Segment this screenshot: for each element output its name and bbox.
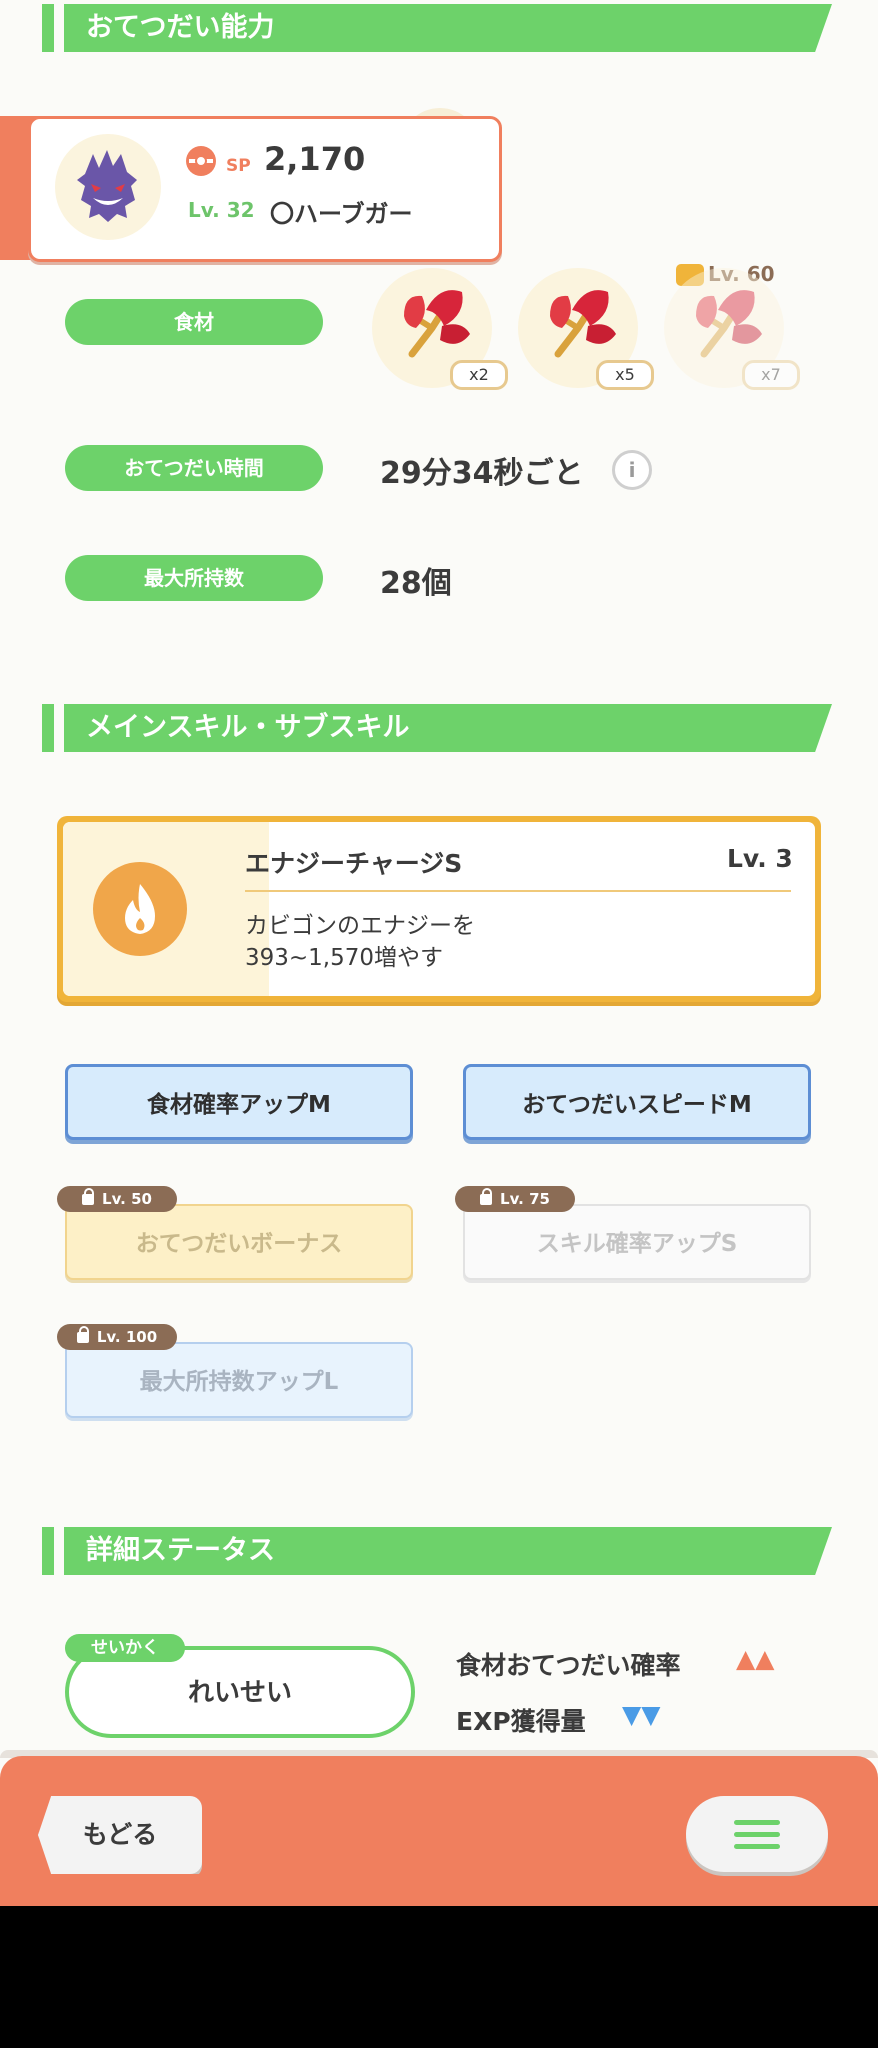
menu-button[interactable] [686, 1796, 828, 1872]
pokemon-card[interactable]: SP 2,170 Lv. 32 〇ハーブガー [0, 116, 502, 262]
main-skill-name: エナジーチャージS [245, 849, 463, 878]
fire-icon [93, 862, 187, 956]
sub-skill-5-locked[interactable]: 最大所持数アップL [65, 1342, 413, 1418]
main-skill-card[interactable]: エナジーチャージS Lv. 3 カビゴンのエナジーを 393~1,570増やす [57, 816, 821, 1002]
sp-ball-icon [186, 146, 216, 176]
help-time-value: 29分34秒ごと [380, 456, 584, 491]
section-title: メインスキル・サブスキル [86, 712, 410, 743]
sp-value: 2,170 [264, 140, 366, 178]
sub-skill-3-locked[interactable]: おてつだいボーナス [65, 1204, 413, 1280]
ingredient-qty: x5 [596, 360, 654, 390]
nature-tag: せいかく [65, 1634, 185, 1662]
main-skill-level: Lv. 3 [727, 844, 793, 873]
sub-skill-unlock-tag: Lv. 75 [455, 1186, 575, 1212]
ingredient-slot-2[interactable]: x5 [518, 268, 654, 390]
nature-up-marks: ▲▲ [736, 1644, 775, 1673]
sp-label: SP [226, 156, 251, 176]
footer-bar: もどる [0, 1756, 878, 1906]
ingredient-qty: x2 [450, 360, 508, 390]
section-title: 詳細ステータス [86, 1535, 275, 1566]
pokemon-level: Lv. 32 [188, 198, 255, 222]
pokemon-avatar [55, 134, 161, 240]
section-title: おてつだい能力 [86, 12, 275, 43]
sub-skill-4-locked[interactable]: スキル確率アップS [463, 1204, 811, 1280]
sub-skill-unlock-tag: Lv. 50 [57, 1186, 177, 1212]
max-carry-label: 最大所持数 [65, 555, 323, 601]
sub-skill-1[interactable]: 食材確率アップM [65, 1064, 413, 1140]
pokemon-name: 〇ハーブガー [270, 200, 413, 228]
nature-value: れいせい [187, 1678, 292, 1708]
hamburger-menu-icon [734, 1820, 780, 1850]
ingredient-slot-3-locked[interactable]: x7 [664, 268, 800, 390]
nature-down-label: EXP獲得量 [456, 1707, 586, 1736]
lock-icon [76, 1326, 89, 1343]
info-icon[interactable]: i [612, 450, 652, 490]
lock-icon [82, 1188, 95, 1205]
main-skill-description: カビゴンのエナジーを 393~1,570増やす [245, 913, 475, 971]
sub-skill-2[interactable]: おてつだいスピードM [463, 1064, 811, 1140]
lock-icon [480, 1188, 493, 1205]
nature-up-label: 食材おてつだい確率 [456, 1651, 681, 1680]
section-header-ability: おてつだい能力 [42, 4, 832, 52]
back-button[interactable]: もどる [38, 1796, 202, 1874]
section-header-skills: メインスキル・サブスキル [42, 704, 832, 752]
gengar-icon [77, 150, 137, 222]
ingredient-qty: x7 [742, 360, 800, 390]
help-time-label: おてつだい時間 [65, 445, 323, 491]
sub-skill-unlock-tag: Lv. 100 [57, 1324, 177, 1350]
system-bottom-bar [0, 1906, 878, 2048]
section-header-status: 詳細ステータス [42, 1527, 832, 1575]
nature-down-marks: ▼▼ [622, 1700, 661, 1729]
ingredients-label: 食材 [65, 299, 323, 345]
max-carry-value: 28個 [380, 566, 452, 601]
back-button-label: もどる [82, 1820, 158, 1849]
ingredient-slot-1[interactable]: x2 [372, 268, 508, 390]
